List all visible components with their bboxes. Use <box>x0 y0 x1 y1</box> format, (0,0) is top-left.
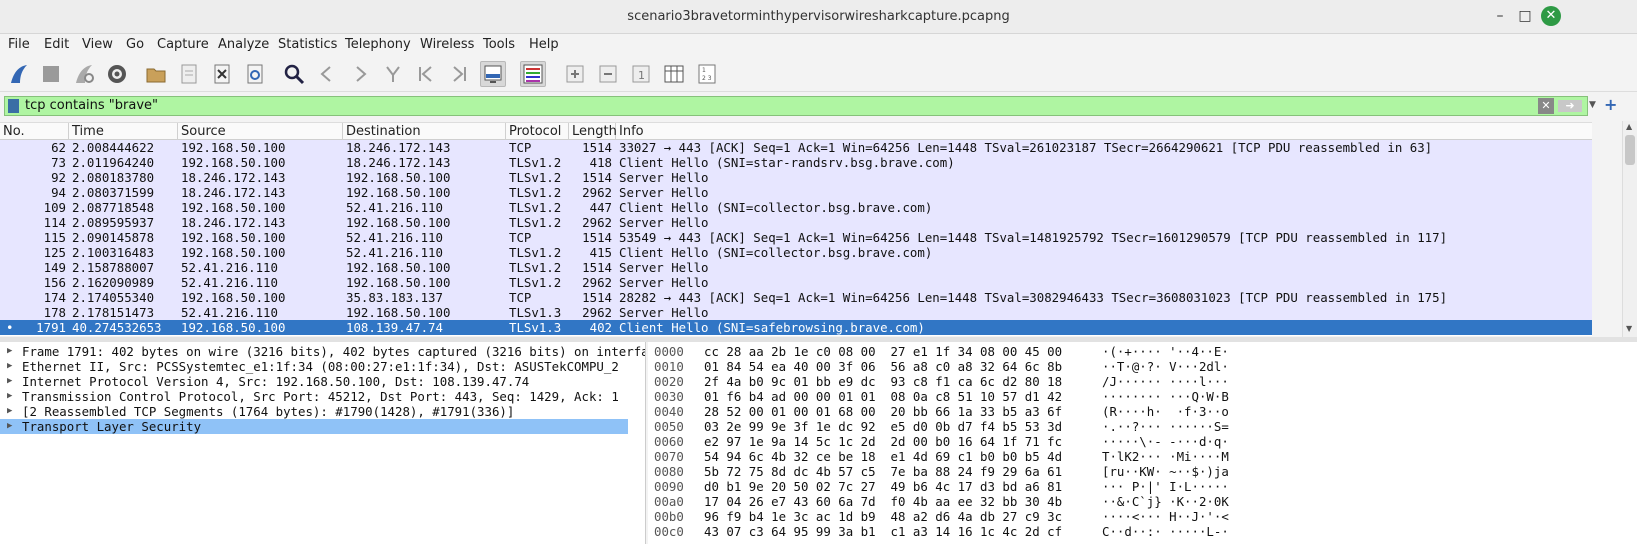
open-file-icon[interactable] <box>143 61 169 87</box>
display-filter-bar: tcp contains "brave" ✕ ➜ ▼ + <box>0 95 1637 117</box>
close-icon[interactable]: ✕ <box>1541 6 1561 26</box>
menu-analyze[interactable]: Analyze <box>218 34 269 56</box>
packet-row[interactable]: 62 2.008444622 192.168.50.100 18.246.172.14… <box>0 140 1592 155</box>
packet-row[interactable]: 114 2.089595937 18.246.172.143 192.168.50.1… <box>0 215 1592 230</box>
save-file-icon[interactable] <box>176 61 202 87</box>
svg-text:1: 1 <box>702 67 706 74</box>
normal-size-icon[interactable]: 1 <box>628 61 654 87</box>
menu-go[interactable]: Go <box>126 34 144 56</box>
scrollbar-thumb[interactable] <box>1625 135 1635 165</box>
apply-filter-icon[interactable]: ➜ <box>1558 100 1582 112</box>
window-title: scenario3bravetorminthypervisorwireshark… <box>627 9 1010 24</box>
restart-capture-icon[interactable] <box>71 61 97 87</box>
menu-help[interactable]: Help <box>529 34 559 56</box>
expand-arrow-icon[interactable]: ▶ <box>7 404 12 419</box>
filter-bookmark-icon[interactable] <box>8 99 19 113</box>
packet-details-pane: ▶ Frame 1791: 402 bytes on wire (3216 bit… <box>0 342 646 544</box>
column-header-info[interactable]: Info <box>616 123 1592 140</box>
menu-wireless[interactable]: Wireless <box>420 34 474 56</box>
packet-row[interactable]: 115 2.090145878 192.168.50.100 52.41.216.11… <box>0 230 1592 245</box>
column-header-protocol[interactable]: Protocol <box>506 123 569 140</box>
minimize-icon[interactable]: – <box>1490 6 1510 26</box>
filter-dropdown-icon[interactable]: ▼ <box>1589 100 1601 114</box>
capture-options-icon[interactable] <box>104 61 130 87</box>
svg-text:2 3: 2 3 <box>702 75 712 82</box>
colorize-icon[interactable] <box>520 61 546 87</box>
stop-capture-icon[interactable] <box>38 61 64 87</box>
main-toolbar: 1 12 3 <box>0 56 1637 92</box>
expand-subtrees-icon[interactable]: 12 3 <box>694 61 720 87</box>
add-filter-button-icon[interactable]: + <box>1604 95 1618 115</box>
expand-arrow-icon[interactable]: ▶ <box>7 359 12 374</box>
packet-row[interactable]: 174 2.174055340 192.168.50.100 35.83.183.13… <box>0 290 1592 305</box>
packet-bytes-pane: 0000 cc 28 aa 2b 1e c0 08 00 27 e1 1f 34 … <box>648 342 1637 544</box>
find-packet-icon[interactable] <box>281 61 307 87</box>
maximize-icon[interactable]: □ <box>1515 6 1535 26</box>
reload-file-icon[interactable] <box>242 61 268 87</box>
menu-capture[interactable]: Capture <box>157 34 209 56</box>
auto-scroll-icon[interactable] <box>480 61 506 87</box>
display-filter-text: tcp contains "brave" <box>25 98 159 113</box>
column-header-time[interactable]: Time <box>69 123 178 140</box>
scroll-up-icon[interactable]: ▲ <box>1626 122 1632 131</box>
display-filter-input[interactable]: tcp contains "brave" ✕ ➜ ▼ <box>4 96 1596 116</box>
packet-row[interactable]: 73 2.011964240 192.168.50.100 18.246.172.14… <box>0 155 1592 170</box>
detail-row-frame[interactable]: ▶ Frame 1791: 402 bytes on wire (3216 bit… <box>0 344 645 359</box>
scroll-down-icon[interactable]: ▼ <box>1626 324 1632 333</box>
menu-view[interactable]: View <box>82 34 113 56</box>
detail-row-tls[interactable]: ▶ Transport Layer Security <box>0 419 628 434</box>
expand-arrow-icon[interactable]: ▶ <box>7 419 12 434</box>
go-forward-icon[interactable] <box>347 61 373 87</box>
detail-row-tcp[interactable]: ▶ Transmission Control Protocol, Src Port… <box>0 389 645 404</box>
column-header-no[interactable]: No. <box>0 123 69 140</box>
packet-row[interactable]: 92 2.080183780 18.246.172.143 192.168.50.10… <box>0 170 1592 185</box>
start-capture-icon[interactable] <box>6 61 32 87</box>
packet-row[interactable]: 109 2.087718548 192.168.50.100 52.41.216.11… <box>0 200 1592 215</box>
expand-arrow-icon[interactable]: ▶ <box>7 374 12 389</box>
menu-edit[interactable]: Edit <box>44 34 69 56</box>
menu-file[interactable]: File <box>8 34 30 56</box>
detail-row-ethernet[interactable]: ▶ Ethernet II, Src: PCSSystemtec_e1:1f:34… <box>0 359 645 374</box>
packet-list: 62 2.008444622 192.168.50.100 18.246.172.14… <box>0 140 1592 336</box>
zoom-in-icon[interactable] <box>562 61 588 87</box>
go-back-icon[interactable] <box>314 61 340 87</box>
column-header-destination[interactable]: Destination <box>343 123 506 140</box>
menu-tools[interactable]: Tools <box>483 34 515 56</box>
detail-row-ipv4[interactable]: ▶ Internet Protocol Version 4, Src: 192.1… <box>0 374 645 389</box>
menu-bar: File Edit View Go Capture Analyze Statis… <box>0 34 1637 56</box>
expand-arrow-icon[interactable]: ▶ <box>7 389 12 404</box>
detail-row-reassembled[interactable]: ▶ [2 Reassembled TCP Segments (1764 bytes… <box>0 404 645 419</box>
packet-row-selected[interactable]: • 1791 40.274532653 192.168.50.100 108.139.4… <box>0 320 1592 335</box>
last-packet-icon[interactable] <box>446 61 472 87</box>
packet-row[interactable]: 178 2.178151473 52.41.216.110 192.168.50.10… <box>0 305 1592 320</box>
zoom-out-icon[interactable] <box>595 61 621 87</box>
menu-statistics[interactable]: Statistics <box>278 34 337 56</box>
close-file-icon[interactable] <box>209 61 235 87</box>
expand-arrow-icon[interactable]: ▶ <box>7 344 12 359</box>
clear-filter-icon[interactable]: ✕ <box>1538 98 1554 114</box>
packet-row[interactable]: 149 2.158788007 52.41.216.110 192.168.50.10… <box>0 260 1592 275</box>
first-packet-icon[interactable] <box>413 61 439 87</box>
svg-text:1: 1 <box>638 69 645 82</box>
column-header-source[interactable]: Source <box>178 123 343 140</box>
packet-row[interactable]: 125 2.100316483 192.168.50.100 52.41.216.11… <box>0 245 1592 260</box>
go-to-packet-icon[interactable] <box>380 61 406 87</box>
menu-telephony[interactable]: Telephony <box>345 34 411 56</box>
packet-row[interactable]: 156 2.162090989 52.41.216.110 192.168.50.10… <box>0 275 1592 290</box>
packet-list-header: No. Time Source Destination Protocol Len… <box>0 122 1592 140</box>
title-bar: scenario3bravetorminthypervisorwireshark… <box>0 0 1637 34</box>
packet-row[interactable]: 94 2.080371599 18.246.172.143 192.168.50.10… <box>0 185 1592 200</box>
column-header-length[interactable]: Length <box>569 123 617 140</box>
resize-columns-icon[interactable] <box>661 61 687 87</box>
packet-list-scrollbar[interactable]: ▲ ▼ <box>1622 121 1637 337</box>
